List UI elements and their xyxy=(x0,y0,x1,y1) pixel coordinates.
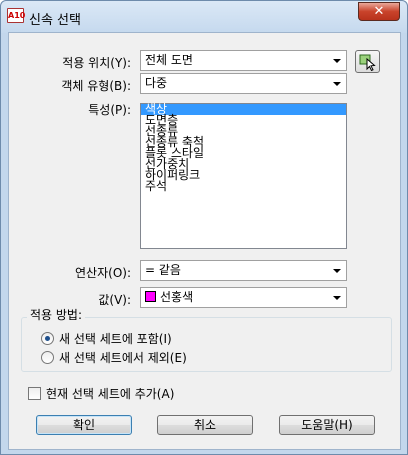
color-swatch xyxy=(145,291,156,302)
ok-button[interactable]: 확인 xyxy=(36,415,132,435)
autocad-app-icon: A10 xyxy=(7,8,25,23)
chevron-down-icon xyxy=(333,296,341,300)
window-title: 신속 선택 xyxy=(29,13,81,28)
dialog-body: 적용 위치(Y): 전체 도면 객체 유형(B): 다중 특성(P): 색상 도… xyxy=(8,32,401,450)
close-button[interactable]: ✕ xyxy=(358,2,400,21)
object-type-select[interactable]: 다중 xyxy=(140,73,347,94)
value-select[interactable]: 선홍색 xyxy=(140,287,347,308)
operator-value: = 같음 xyxy=(145,263,181,277)
title-bar: A10 신속 선택 ✕ xyxy=(1,1,407,33)
chevron-down-icon xyxy=(333,269,341,273)
exclude-radio-option[interactable]: 새 선택 세트에서 제외(E) xyxy=(41,349,187,366)
list-item[interactable]: 하이퍼링크 xyxy=(141,169,346,181)
exclude-radio[interactable] xyxy=(41,351,54,364)
how-to-apply-title: 적용 방법: xyxy=(27,306,86,323)
operator-select[interactable]: = 같음 xyxy=(140,260,347,281)
select-objects-icon xyxy=(359,54,376,72)
operator-label: 연산자(O): xyxy=(75,266,131,280)
append-label: 현재 선택 세트에 추가(A) xyxy=(46,387,175,401)
append-checkbox[interactable] xyxy=(28,387,41,400)
object-type-label: 객체 유형(B): xyxy=(61,79,131,93)
include-radio-option[interactable]: 새 선택 세트에 포함(I) xyxy=(41,330,172,347)
select-objects-button[interactable] xyxy=(355,50,380,73)
apply-to-label: 적용 위치(Y): xyxy=(62,56,131,70)
list-item[interactable]: 주석 xyxy=(141,180,346,192)
apply-to-select[interactable]: 전체 도면 xyxy=(140,50,347,71)
append-option[interactable]: 현재 선택 세트에 추가(A) xyxy=(28,385,174,402)
apply-to-value: 전체 도면 xyxy=(145,53,193,67)
properties-label: 특성(P): xyxy=(88,103,131,117)
chevron-down-icon xyxy=(333,82,341,86)
include-radio[interactable] xyxy=(41,332,54,345)
help-button[interactable]: 도움말(H) xyxy=(279,415,375,435)
value-text: 선홍색 xyxy=(160,290,194,304)
object-type-value: 다중 xyxy=(145,76,168,90)
properties-listbox[interactable]: 색상 도면층 선종류 선종류 축척 플롯 스타일 선가중치 하이퍼링크 주석 xyxy=(140,103,347,249)
cancel-button[interactable]: 취소 xyxy=(157,415,253,435)
exclude-label: 새 선택 세트에서 제외(E) xyxy=(59,351,187,365)
chevron-down-icon xyxy=(333,59,341,63)
include-label: 새 선택 세트에 포함(I) xyxy=(59,332,172,346)
dialog-window: A10 신속 선택 ✕ 적용 위치(Y): 전체 도면 객체 유형(B): 다중… xyxy=(0,0,408,455)
